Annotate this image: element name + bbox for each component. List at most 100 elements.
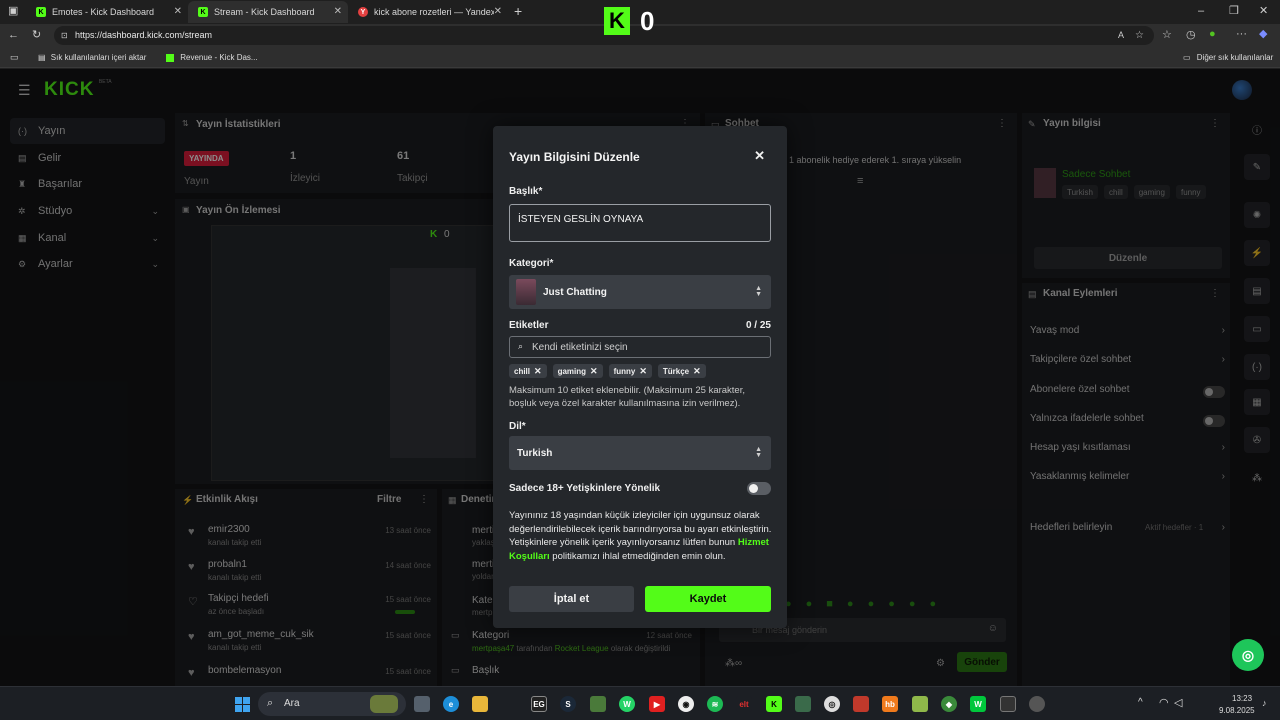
maximize-icon[interactable]: ❐ (1229, 6, 1239, 17)
tag-chip[interactable]: gaming ✕ (552, 364, 603, 378)
overlay-counter: K 0 (604, 6, 654, 36)
tag-chip[interactable]: Türkçe ✕ (657, 364, 706, 378)
clock-date[interactable]: 9.08.2025 (1219, 706, 1255, 715)
close-window-icon[interactable]: ✕ (1259, 6, 1268, 17)
steam-icon[interactable]: S (560, 696, 576, 712)
browser-tab-bar: ▣ K Emotes - Kick Dashboard ✕ K Stream -… (0, 0, 1280, 36)
task-view-icon[interactable] (414, 696, 430, 712)
tag-label: chill (514, 366, 531, 376)
tag-chip[interactable]: chill ✕ (509, 364, 547, 378)
copilot-icon[interactable]: ◆ (1259, 29, 1267, 40)
app-dark-icon[interactable] (1000, 696, 1016, 712)
kick-app-icon[interactable]: K (766, 696, 782, 712)
history-icon[interactable]: ◷ (1186, 30, 1196, 41)
remove-tag-icon[interactable]: ✕ (590, 366, 598, 377)
back-icon[interactable]: ← (8, 30, 19, 41)
tag-chip[interactable]: funny ✕ (608, 364, 652, 378)
sidebar-toggle-icon[interactable]: ▭ (10, 53, 19, 62)
import-icon: ▤ (38, 53, 46, 62)
tag-label: Türkçe (662, 366, 690, 376)
clock-time[interactable]: 13:23 (1232, 694, 1252, 703)
close-icon[interactable]: ✕ (754, 148, 765, 164)
app-notify-icon[interactable] (1029, 696, 1045, 712)
favorite-star-icon[interactable]: ☆ (1135, 26, 1144, 45)
github-icon[interactable]: ◉ (678, 696, 694, 712)
mature-toggle[interactable] (747, 482, 771, 495)
tags-help-text: Maksimum 10 etiket eklenebilir. (Maksimu… (509, 385, 745, 409)
select-arrows-icon: ▲ ▼ (755, 446, 762, 459)
app-box-icon[interactable] (590, 696, 606, 712)
tab-title: Stream - Kick Dashboard (214, 7, 315, 17)
spotify-icon[interactable]: ≋ (707, 696, 723, 712)
webtoon-icon[interactable]: W (970, 696, 986, 712)
obs-icon[interactable]: ◎ (824, 696, 840, 712)
remove-tag-icon[interactable]: ✕ (693, 366, 701, 377)
tag-label: gaming (557, 366, 587, 376)
search-icon: ⌕ (518, 341, 524, 351)
bookmark-other[interactable]: ▭ Diğer sık kullanılanlar (1183, 53, 1273, 62)
wifi-icon[interactable]: ◠ (1159, 696, 1169, 709)
new-tab-icon[interactable]: + (514, 4, 522, 18)
mature-help-part: politikamızı ihlal etmediğinden emin olu… (552, 550, 726, 562)
maps-icon[interactable]: ◆ (941, 696, 957, 712)
save-button[interactable]: Kaydet (645, 586, 771, 612)
mature-field-label: Sadece 18+ Yetişkinlere Yönelik (509, 483, 661, 494)
favorites-icon[interactable]: ☆ (1162, 30, 1172, 41)
search-highlight-icon (370, 695, 398, 713)
close-tab-icon[interactable]: ✕ (334, 6, 342, 17)
minimize-icon[interactable]: – (1198, 6, 1204, 17)
app-red-icon[interactable] (853, 696, 869, 712)
volume-icon[interactable]: ◁ (1174, 696, 1182, 709)
browser-tab-yandex[interactable]: Y kick abone rozetleri — Yandex: 65 ✕ (348, 1, 508, 23)
notification-bell-icon[interactable]: ♪ (1262, 698, 1267, 708)
app-elt-icon[interactable]: elt (736, 696, 752, 712)
tab-actions-icon[interactable]: ▣ (8, 6, 18, 17)
bookmark-import[interactable]: ▤ Sık kullanılanları içeri aktar (38, 53, 146, 62)
tags-search-input[interactable]: ⌕ Kendi etiketinizi seçin (509, 336, 771, 358)
browser-tab-stream[interactable]: K Stream - Kick Dashboard ✕ (188, 1, 348, 23)
app-leaf-icon[interactable] (912, 696, 928, 712)
toggle-knob (749, 484, 758, 493)
more-menu-icon[interactable]: ··· (1236, 29, 1247, 40)
edge-browser-icon[interactable]: e (443, 696, 459, 712)
tab-title: Emotes - Kick Dashboard (52, 7, 155, 17)
refresh-icon[interactable]: ↻ (32, 30, 41, 41)
extension-icon[interactable]: ● (1209, 29, 1216, 40)
close-tab-icon[interactable]: ✕ (174, 6, 182, 17)
bookmark-label: Revenue - Kick Das... (180, 53, 258, 62)
read-aloud-icon[interactable]: A (1118, 26, 1124, 45)
hb-icon[interactable]: hb (882, 696, 898, 712)
tag-label: funny (613, 366, 636, 376)
bookmark-revenue[interactable]: Revenue - Kick Das... (166, 53, 258, 62)
bookmarks-bar: ▭ ▤ Sık kullanılanları içeri aktar Reven… (0, 48, 1280, 68)
taskbar-search[interactable]: ⌕ Ara (258, 692, 406, 716)
app-dash-icon[interactable] (795, 696, 811, 712)
title-input[interactable]: İSTEYEN GESLİN OYNAYA (509, 204, 771, 242)
modal-title: Yayın Bilgisini Düzenle (509, 150, 640, 164)
remove-tag-icon[interactable]: ✕ (534, 366, 542, 377)
file-explorer-icon[interactable] (472, 696, 488, 712)
bookmark-label: Sık kullanılanları içeri aktar (50, 53, 147, 62)
tab-title: kick abone rozetleri — Yandex: 65 (374, 7, 494, 17)
language-field-label: Dil* (509, 421, 526, 432)
close-tab-icon[interactable]: ✕ (494, 6, 502, 17)
tags-counter: 0 / 25 (745, 320, 771, 331)
folder-icon: ▭ (1183, 53, 1191, 62)
search-icon: ⌕ (267, 697, 274, 709)
epic-games-icon[interactable]: EG (531, 696, 547, 712)
youtube-icon[interactable]: ▶ (649, 696, 665, 712)
windows-start-icon[interactable] (235, 697, 250, 712)
help-chat-button[interactable]: ◎ (1232, 639, 1264, 671)
whatsapp-icon[interactable]: W (619, 696, 635, 712)
cancel-button[interactable]: İptal et (509, 586, 634, 612)
edit-stream-info-modal: Yayın Bilgisini Düzenle ✕ Başlık* İSTEYE… (493, 126, 787, 628)
category-value: Just Chatting (543, 287, 607, 298)
browser-tab-emotes[interactable]: K Emotes - Kick Dashboard ✕ (26, 1, 188, 23)
remove-tag-icon[interactable]: ✕ (639, 366, 647, 377)
overlay-counter-value: 0 (640, 5, 655, 36)
kick-favicon-icon (166, 53, 174, 62)
category-select[interactable]: Just Chatting ▲ ▼ (509, 275, 771, 309)
title-field-label: Başlık* (509, 186, 543, 197)
language-select[interactable]: Turkish ▲ ▼ (509, 436, 771, 470)
tray-chevron-icon[interactable]: ^ (1138, 697, 1143, 708)
